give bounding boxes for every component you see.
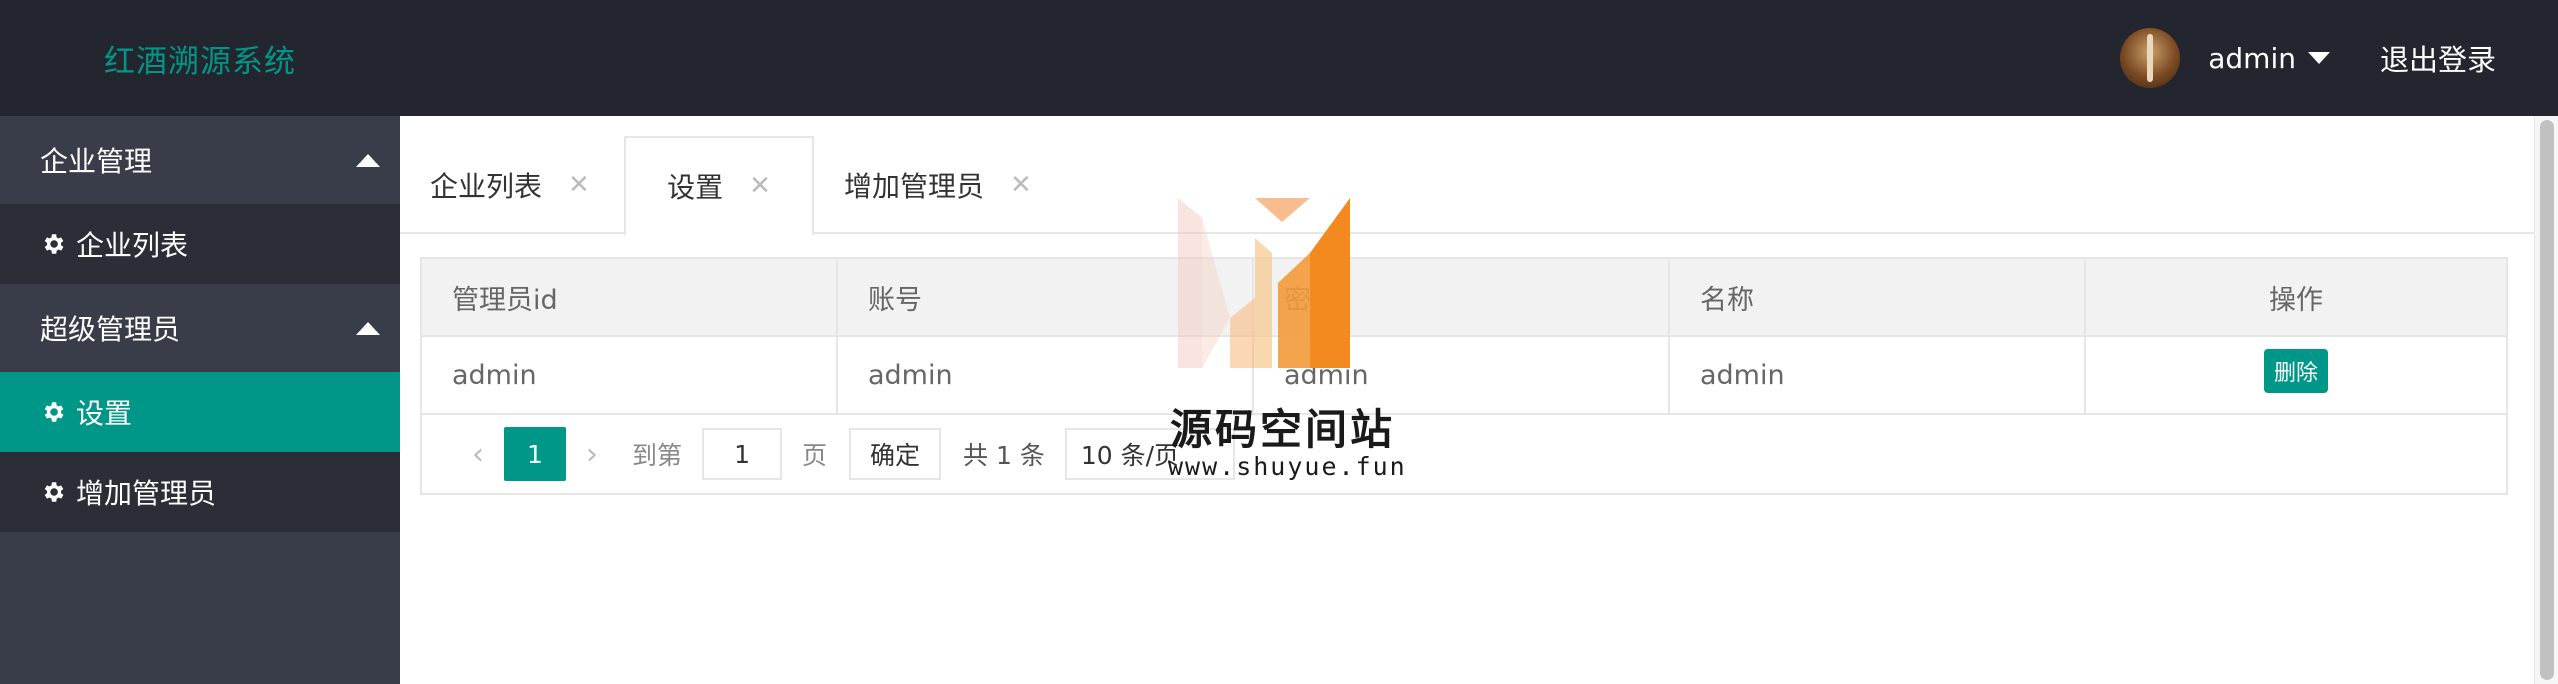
column-header: 名称 — [1670, 259, 2086, 335]
pagination: ‹ 1 › 到第 1 页 确定 共 1 条 10 条/页 — [422, 415, 2506, 493]
tab-add-admin[interactable]: 增加管理员 ✕ — [844, 136, 1032, 234]
table-header-row: 管理员id 账号 密码 名称 操作 — [422, 259, 2506, 337]
delete-button[interactable]: 删除 — [2263, 349, 2328, 393]
sidebar-item-label: 企业列表 — [76, 229, 189, 262]
tab-label: 增加管理员 — [844, 170, 985, 203]
total-count: 共 1 条 — [963, 441, 1045, 470]
scrollbar[interactable] — [2534, 116, 2558, 684]
tab-enterprise-list[interactable]: 企业列表 ✕ — [430, 136, 590, 234]
tab-bar: 企业列表 ✕ 设置 ✕ 增加管理员 ✕ — [400, 136, 2534, 236]
top-header: 红酒溯源系统 admin 退出登录 — [0, 0, 2558, 116]
close-icon[interactable]: ✕ — [749, 171, 771, 201]
page-unit-label: 页 — [802, 441, 828, 470]
column-header: 账号 — [838, 259, 1254, 335]
column-header: 操作 — [2269, 284, 2323, 316]
user-avatar[interactable] — [2120, 28, 2181, 88]
sidebar-item-label: 设置 — [76, 397, 133, 430]
sidebar-group-superadmin[interactable]: 超级管理员 — [0, 284, 400, 372]
close-icon[interactable]: ✕ — [568, 170, 590, 200]
username[interactable]: admin — [2208, 42, 2296, 75]
column-header: 密码 — [1254, 259, 1670, 335]
tab-label: 企业列表 — [430, 170, 543, 203]
scrollbar-thumb[interactable] — [2540, 120, 2554, 680]
goto-page-input[interactable]: 1 — [702, 428, 783, 480]
page-number-current[interactable]: 1 — [504, 427, 566, 481]
sidebar: 企业管理 企业列表 超级管理员 设置 增加管理员 — [0, 116, 400, 684]
sidebar-item-label: 增加管理员 — [76, 477, 217, 510]
gear-icon — [40, 399, 66, 425]
chevron-down-icon[interactable] — [2307, 52, 2330, 64]
goto-label: 到第 — [632, 441, 683, 470]
sidebar-item-settings[interactable]: 设置 — [0, 372, 400, 452]
gear-icon — [40, 479, 66, 505]
sidebar-item-enterprise-list[interactable]: 企业列表 — [0, 204, 400, 284]
app-title: 红酒溯源系统 — [104, 44, 296, 80]
main-content: 企业列表 ✕ 设置 ✕ 增加管理员 ✕ 管理员id 账号 密码 名称 操作 ad… — [400, 116, 2534, 684]
cell-admin-id: admin — [422, 337, 838, 413]
watermark-url: www.shuyue.fun — [1168, 452, 1407, 481]
logout-link[interactable]: 退出登录 — [2380, 37, 2496, 79]
cell-name: admin — [1670, 337, 2086, 413]
sidebar-item-add-admin[interactable]: 增加管理员 — [0, 452, 400, 532]
column-header: 管理员id — [422, 259, 838, 335]
table-row: admin admin admin admin 删除 — [422, 337, 2506, 415]
gear-icon — [40, 231, 66, 257]
watermark-title: 源码空间站 — [1170, 405, 1396, 454]
tab-settings[interactable]: 设置 ✕ — [624, 136, 814, 236]
prev-page-icon[interactable]: ‹ — [452, 437, 504, 472]
tab-label: 设置 — [667, 171, 724, 204]
admin-table: 管理员id 账号 密码 名称 操作 admin admin admin admi… — [420, 257, 2508, 495]
sidebar-group-label: 超级管理员 — [40, 313, 181, 346]
user-area: admin 退出登录 — [2120, 28, 2496, 88]
chevron-up-icon — [356, 153, 380, 167]
cell-actions: 删除 — [2086, 337, 2506, 413]
chevron-up-icon — [356, 321, 380, 335]
sidebar-group-label: 企业管理 — [40, 145, 153, 178]
confirm-button[interactable]: 确定 — [849, 428, 942, 480]
close-icon[interactable]: ✕ — [1010, 170, 1032, 200]
next-page-icon[interactable]: › — [566, 437, 618, 472]
sidebar-group-enterprise[interactable]: 企业管理 — [0, 116, 400, 204]
